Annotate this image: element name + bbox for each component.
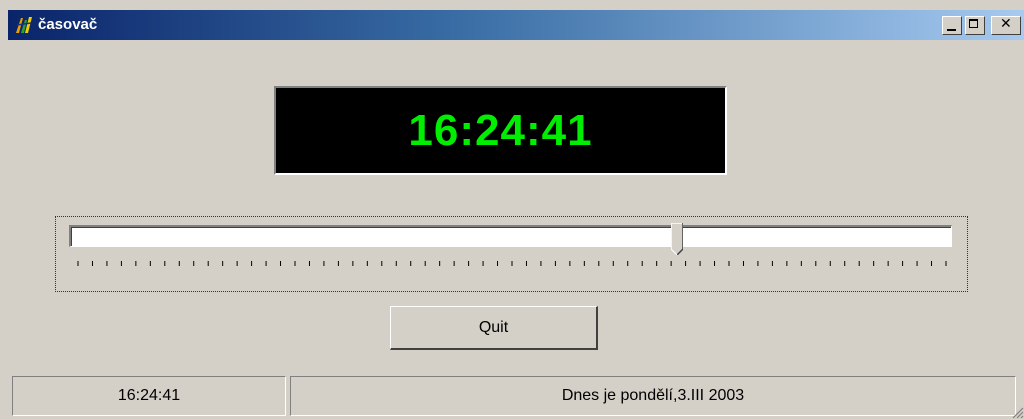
status-time: 16:24:41 [12,376,286,416]
slider-thumb[interactable] [670,223,683,255]
slider-ticks [77,261,947,266]
window-title: časovač [38,16,98,33]
status-date: Dnes je pondělí,3.III 2003 [290,376,1016,416]
quit-button[interactable]: Quit [390,306,598,350]
time-slider[interactable] [55,216,968,292]
clock-display: 16:24:41 [274,86,727,175]
app-icon [16,17,32,33]
status-bar: 16:24:41 Dnes je pondělí,3.III 2003 [8,374,1024,419]
title-bar[interactable]: časovač [8,10,1024,40]
maximize-icon[interactable] [965,16,985,35]
clock-time: 16:24:41 [408,105,593,155]
timer-window: časovač 16:24:41 Quit 16:24:41 Dnes je p… [0,0,1024,419]
minimize-icon[interactable] [942,16,962,35]
resize-grip-icon[interactable] [1010,405,1024,419]
close-icon[interactable] [991,16,1021,35]
